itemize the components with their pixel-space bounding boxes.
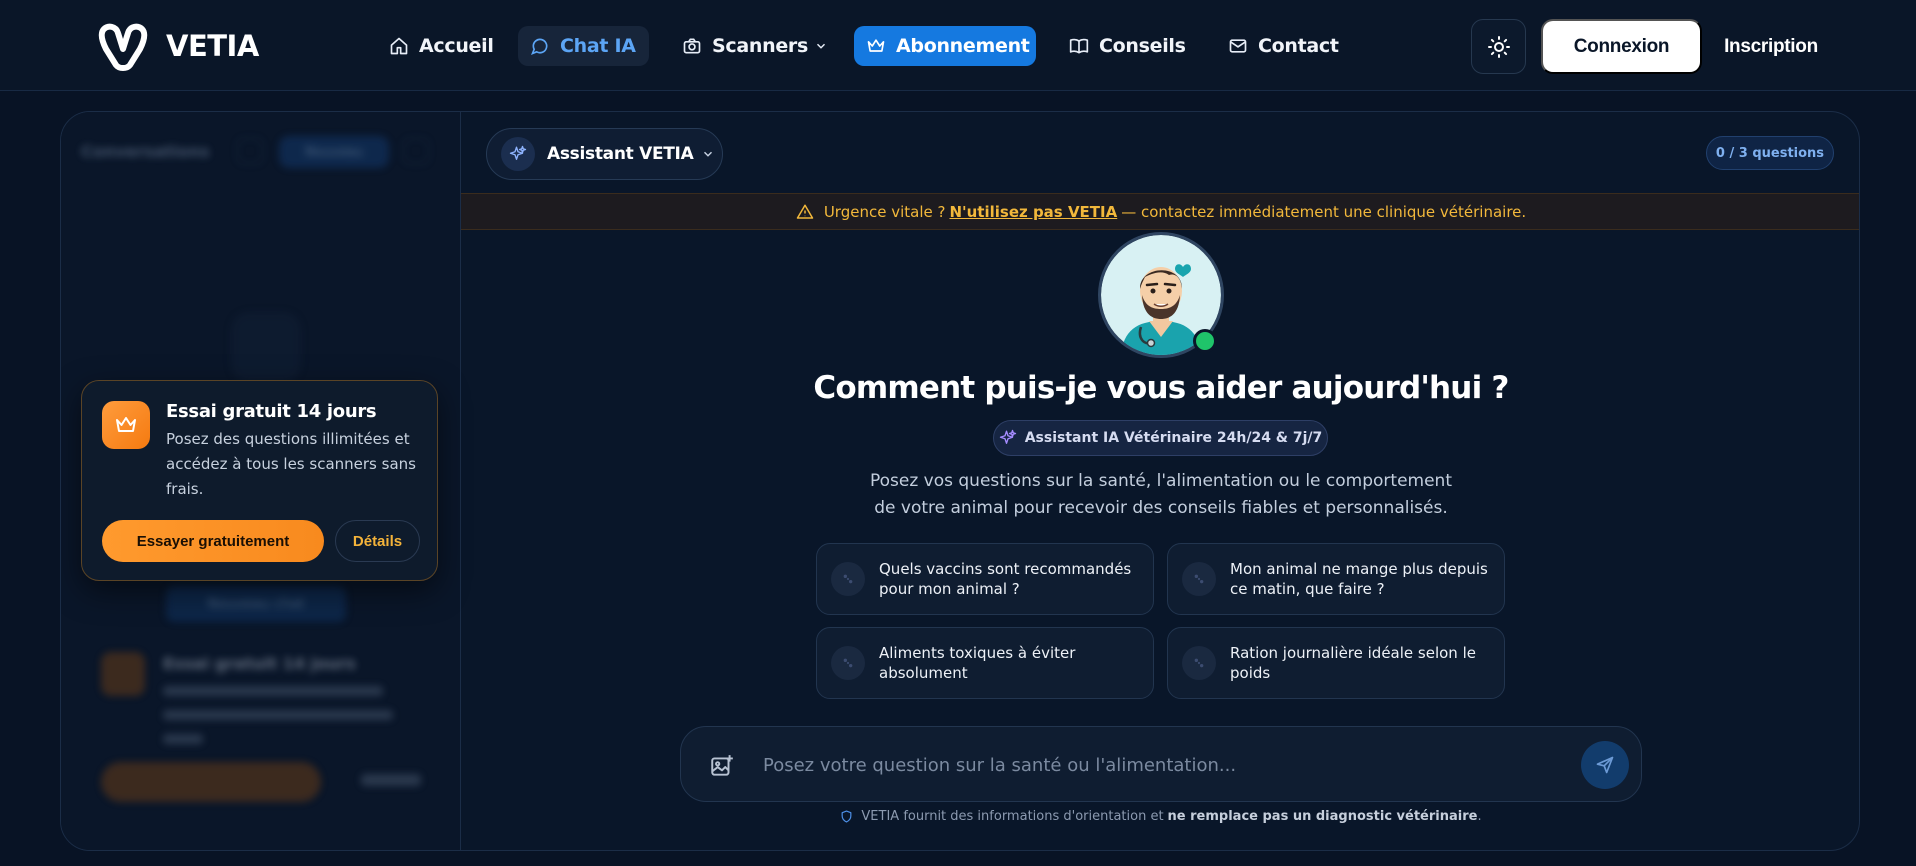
send-button[interactable] xyxy=(1581,741,1629,789)
paw-icon xyxy=(1182,646,1216,680)
suggestion-card[interactable]: Ration journalière idéale selon le poids xyxy=(1167,627,1505,699)
sidebar-trial-title: Essai gratuit 14 jours xyxy=(163,654,356,673)
suggestion-card[interactable]: Mon animal ne mange plus depuis ce matin… xyxy=(1167,543,1505,615)
suggestion-text: Aliments toxiques à éviter absolument xyxy=(879,644,1076,682)
emergency-suffix: — contactez immédiatement une clinique v… xyxy=(1121,202,1527,221)
paw-icon xyxy=(1182,562,1216,596)
suggestion-card[interactable]: Quels vaccins sont recommandés pour mon … xyxy=(816,543,1154,615)
suggestion-card[interactable]: Aliments toxiques à éviter absolument xyxy=(816,627,1154,699)
suggestion-text: Mon animal ne mange plus depuis ce matin… xyxy=(1230,560,1488,598)
nav-scanners[interactable]: Scanners xyxy=(670,26,840,66)
login-button[interactable]: Connexion xyxy=(1541,19,1702,74)
mail-icon xyxy=(1229,39,1247,53)
nav-home[interactable]: Accueil xyxy=(377,26,506,66)
assistant-badge xyxy=(501,137,535,171)
message-composer xyxy=(680,726,1642,802)
send-icon xyxy=(1596,756,1614,774)
medical-disclaimer: VETIA fournit des informations d'orienta… xyxy=(461,809,1859,824)
nav-scanners-label: Scanners xyxy=(712,35,808,57)
nav-tips[interactable]: Conseils xyxy=(1057,26,1198,66)
message-input[interactable] xyxy=(763,745,1563,785)
sidebar-trial-line xyxy=(163,686,383,696)
nav-subscription-label: Abonnement xyxy=(896,35,1030,57)
sidebar-trial-button[interactable] xyxy=(101,762,321,802)
sidebar-new-button[interactable]: Nouveau xyxy=(279,136,389,168)
top-navbar: VETIA Accueil Chat IA Scanners Abonnemen… xyxy=(0,0,1916,91)
trial-popup-card: Essai gratuit 14 jours Posez des questio… xyxy=(81,380,438,581)
chevron-down-icon xyxy=(704,151,713,157)
suggestion-text: Quels vaccins sont recommandés pour mon … xyxy=(879,560,1132,598)
nav-contact-label: Contact xyxy=(1258,35,1339,57)
suggestion-text: Ration journalière idéale selon le poids xyxy=(1230,644,1476,682)
paw-icon xyxy=(831,562,865,596)
disclaimer-prefix: VETIA fournit des informations d'orienta… xyxy=(861,809,1164,824)
empty-chat-icon xyxy=(231,312,301,382)
question-quota-badge: 0 / 3 questions xyxy=(1706,136,1834,170)
trial-title: Essai gratuit 14 jours xyxy=(166,401,377,422)
emergency-strong: N'utilisez pas VETIA xyxy=(949,202,1118,221)
emergency-prefix: Urgence vitale ? xyxy=(823,202,946,221)
signup-button[interactable]: Inscription xyxy=(1716,19,1826,74)
nav-chat-label: Chat IA xyxy=(560,35,636,57)
trial-description: Posez des questions illimitées et accéde… xyxy=(166,430,416,498)
brand-logo[interactable]: VETIA xyxy=(98,21,259,71)
online-status-indicator xyxy=(1193,329,1217,353)
sidebar-trial-card: Essai gratuit 14 jours xyxy=(81,642,431,822)
crown-icon xyxy=(116,417,136,432)
assistant-selector[interactable]: Assistant VETIA xyxy=(486,128,723,180)
sidebar-trial-crown-icon xyxy=(101,652,145,696)
trial-badge xyxy=(102,401,150,449)
conversations-sidebar: Conversations Nouveau Nouveau chat Essai… xyxy=(61,112,461,850)
brand-name: VETIA xyxy=(166,29,259,63)
nav-home-label: Accueil xyxy=(419,35,494,57)
nav-tips-label: Conseils xyxy=(1099,35,1186,57)
sidebar-collapse-button[interactable] xyxy=(403,138,429,164)
book-icon xyxy=(1069,38,1089,54)
chat-bubble-icon xyxy=(531,38,548,55)
home-icon xyxy=(390,37,408,55)
intro-text: Posez vos questions sur la santé, l'alim… xyxy=(869,471,1452,518)
sidebar-title: Conversations xyxy=(81,142,210,161)
start-trial-button[interactable]: Essayer gratuitement xyxy=(102,520,324,562)
sidebar-trial-line xyxy=(163,734,203,744)
crown-icon xyxy=(867,39,885,52)
disclaimer-suffix: . xyxy=(1477,809,1482,824)
nav-subscription[interactable]: Abonnement xyxy=(854,26,1036,66)
sidebar-trial-link[interactable] xyxy=(361,774,421,786)
chat-panel: Conversations Nouveau Nouveau chat Essai… xyxy=(60,111,1860,851)
shield-icon xyxy=(841,810,852,823)
sparkles-icon xyxy=(509,145,527,160)
image-add-icon[interactable] xyxy=(709,753,735,779)
vetia-logo-icon xyxy=(98,23,148,71)
emergency-banner: Urgence vitale ? N'utilisez pas VETIA — … xyxy=(461,193,1859,230)
warning-icon xyxy=(796,204,814,219)
trial-details-button[interactable]: Détails xyxy=(335,520,420,562)
sun-icon xyxy=(1487,35,1510,58)
sidebar-filter-button[interactable] xyxy=(237,138,263,164)
sparkles-icon xyxy=(999,429,1016,444)
availability-label: Assistant IA Vétérinaire 24h/24 & 7j/7 xyxy=(1024,430,1323,446)
new-conversation-button[interactable]: Nouveau chat xyxy=(166,586,346,622)
nav-contact[interactable]: Contact xyxy=(1216,26,1351,66)
welcome-headline: Comment puis-je vous aider aujourd'hui ? xyxy=(813,370,1509,406)
assistant-availability-badge: Assistant IA Vétérinaire 24h/24 & 7j/7 xyxy=(993,420,1328,456)
chevron-down-icon xyxy=(816,43,826,49)
assistant-label: Assistant VETIA xyxy=(547,144,694,164)
theme-toggle-button[interactable] xyxy=(1471,19,1526,74)
disclaimer-strong: ne remplace pas un diagnostic vétérinair… xyxy=(1167,809,1478,824)
nav-chat[interactable]: Chat IA xyxy=(518,26,649,66)
camera-icon xyxy=(683,38,701,54)
chat-area: Assistant VETIA 0 / 3 questions Urgence … xyxy=(461,112,1859,850)
sidebar-trial-line xyxy=(163,710,393,720)
paw-icon xyxy=(831,646,865,680)
